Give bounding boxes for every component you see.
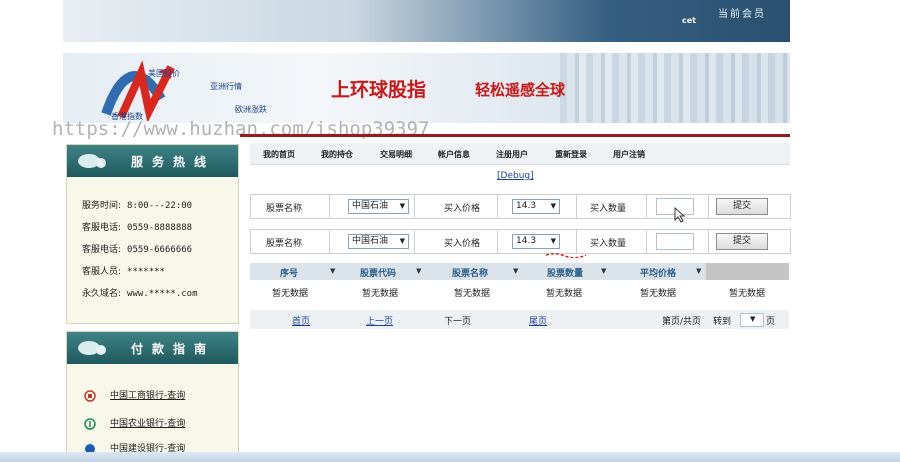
holdings-table-header: 序号 ▼ 股票代码 ▼ 股票名称 ▼ 股票数量 ▼ 平均价格 ▼ bbox=[250, 263, 789, 280]
stock-select[interactable]: 中国石油 ▼ bbox=[348, 199, 409, 214]
table-cell: 暂无数据 bbox=[729, 289, 766, 299]
debug-link[interactable]: [Debug] bbox=[497, 171, 534, 181]
col-header-quantity: 股票数量 bbox=[547, 269, 584, 279]
pager-goto-label: 转到 bbox=[713, 317, 732, 327]
member-label: 当前会员 bbox=[718, 9, 766, 20]
pager: 首页 上一页 下一页 尾页 第页/共页 转到 页 bbox=[250, 310, 789, 329]
sort-arrow-icon[interactable]: ▼ bbox=[513, 267, 518, 275]
chevron-down-icon: ▼ bbox=[750, 315, 756, 323]
sort-arrow-icon[interactable]: ▼ bbox=[416, 267, 421, 275]
table-cell: 暂无数据 bbox=[640, 289, 677, 299]
pager-first[interactable]: 首页 bbox=[292, 314, 310, 327]
banner-link-asia[interactable]: 亚洲行情 bbox=[210, 81, 242, 92]
pager-prev[interactable]: 上一页 bbox=[366, 314, 393, 327]
chevron-down-icon: ▼ bbox=[550, 202, 556, 210]
os-taskbar bbox=[0, 452, 900, 462]
service-row: 客服电话: 0559-6666666 bbox=[82, 245, 193, 255]
icbc-logo-icon bbox=[84, 389, 96, 402]
col-header-avg-price: 平均价格 bbox=[640, 269, 677, 279]
table-cell: 暂无数据 bbox=[546, 289, 583, 299]
user-name: cet bbox=[682, 16, 696, 25]
price-select[interactable]: 14.3 ▼ bbox=[512, 199, 560, 214]
pager-last[interactable]: 尾页 bbox=[529, 314, 547, 327]
divider bbox=[240, 134, 790, 137]
service-row: 服务时间: 8:00---22:00 bbox=[82, 201, 193, 211]
bank-link-abc[interactable]: 中国农业银行-查询 bbox=[84, 416, 185, 430]
sort-arrow-icon[interactable]: ▼ bbox=[696, 267, 701, 275]
payment-panel-title: 付款指南 bbox=[131, 342, 216, 356]
nav-relogin[interactable]: 重新登录 bbox=[555, 149, 587, 160]
bank-link-ccb[interactable]: 中国建设银行-查询 bbox=[84, 441, 185, 452]
red-scribble-mark bbox=[545, 252, 587, 258]
quantity-label: 买入数量 bbox=[590, 239, 627, 249]
quantity-label: 买入数量 bbox=[590, 204, 627, 214]
price-select[interactable]: 14.3 ▼ bbox=[512, 234, 560, 249]
pager-page-suffix: 页 bbox=[766, 317, 776, 327]
page-select[interactable]: ▼ bbox=[740, 313, 764, 327]
nav-transactions[interactable]: 交易明细 bbox=[380, 149, 412, 160]
price-label: 买入价格 bbox=[444, 239, 481, 249]
main-nav: 我的首页 我的持仓 交易明细 帐户信息 注册用户 重新登录 用户注销 bbox=[250, 143, 790, 165]
pager-page-info: 第页/共页 bbox=[662, 317, 702, 327]
sort-arrow-icon[interactable]: ▼ bbox=[601, 267, 606, 275]
service-panel-header: 服务热线 bbox=[67, 145, 238, 177]
col-header-name: 股票名称 bbox=[452, 269, 489, 279]
service-row: 永久域名: www.*****.com bbox=[82, 289, 198, 299]
mouse-cursor-icon bbox=[674, 207, 686, 223]
abc-logo-icon bbox=[84, 417, 96, 430]
service-row: 客服人员: ******* bbox=[82, 267, 165, 277]
table-cell: 暂无数据 bbox=[362, 289, 399, 299]
bank-link-icbc[interactable]: 中国工商银行-查询 bbox=[84, 388, 185, 402]
ccb-logo-icon bbox=[85, 443, 95, 452]
nav-home[interactable]: 我的首页 bbox=[263, 149, 295, 160]
banner-link-europe[interactable]: 欧洲涨跌 bbox=[235, 104, 267, 115]
sort-arrow-icon[interactable]: ▼ bbox=[330, 267, 335, 275]
col-header-code: 股票代码 bbox=[360, 269, 397, 279]
service-panel-title: 服务热线 bbox=[131, 155, 216, 169]
trade-form-row: 股票名称 中国石油 ▼ 买入价格 14.3 ▼ 买入数量 提交 bbox=[250, 229, 791, 254]
nav-logout[interactable]: 用户注销 bbox=[613, 149, 645, 160]
table-cell: 暂无数据 bbox=[272, 289, 309, 299]
submit-button[interactable]: 提交 bbox=[716, 233, 768, 250]
chevron-down-icon: ▼ bbox=[399, 202, 405, 210]
price-label: 买入价格 bbox=[444, 204, 481, 214]
payment-panel-header: 付款指南 bbox=[67, 332, 238, 364]
pager-next[interactable]: 下一页 bbox=[444, 314, 471, 327]
quantity-input[interactable] bbox=[656, 233, 694, 250]
chat-bubble-icon bbox=[78, 154, 106, 168]
banner-link-us[interactable]: 美国股价 bbox=[148, 68, 180, 79]
stock-name-label: 股票名称 bbox=[266, 239, 303, 249]
nav-account[interactable]: 帐户信息 bbox=[438, 149, 470, 160]
service-hotline-panel: 服务热线 服务时间: 8:00---22:00 客服电话: 0559-8888888… bbox=[66, 144, 239, 324]
stock-name-label: 股票名称 bbox=[266, 204, 303, 214]
city-skyline-image bbox=[560, 53, 790, 123]
chevron-down-icon: ▼ bbox=[399, 237, 405, 245]
nav-holdings[interactable]: 我的持仓 bbox=[321, 149, 353, 160]
stock-select[interactable]: 中国石油 ▼ bbox=[348, 234, 409, 249]
chevron-down-icon: ▼ bbox=[550, 237, 556, 245]
nav-register[interactable]: 注册用户 bbox=[496, 149, 528, 160]
trade-form-row: 股票名称 中国石油 ▼ 买入价格 14.3 ▼ 买入数量 提交 bbox=[250, 194, 791, 219]
submit-button[interactable]: 提交 bbox=[716, 198, 768, 215]
banner-slogan-main: 上环球股指 bbox=[331, 79, 427, 101]
banner-slogan-sub: 轻松遥感全球 bbox=[475, 81, 566, 99]
col-header-index: 序号 bbox=[280, 269, 299, 279]
banner: 美国股价 亚洲行情 欧洲涨跌 香港指数 上环球股指 轻松遥感全球 bbox=[63, 53, 790, 123]
top-header: 当前会员 cet bbox=[63, 0, 790, 42]
service-row: 客服电话: 0559-8888888 bbox=[82, 223, 193, 233]
chat-bubble-icon bbox=[78, 341, 106, 355]
table-cell: 暂无数据 bbox=[454, 289, 491, 299]
